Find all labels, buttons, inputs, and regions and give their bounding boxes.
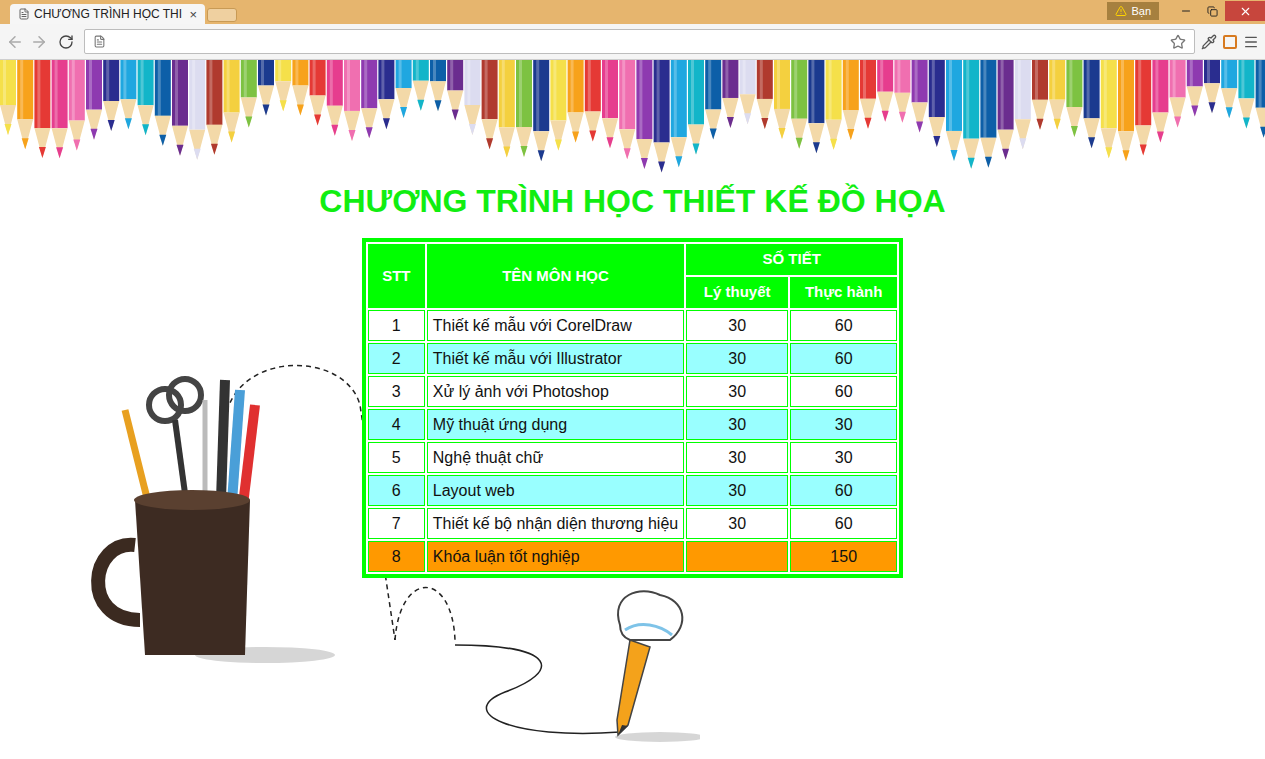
page: CHƯƠNG TRÌNH HỌC THIẾT KẾ ĐỒ HỌA STTTÊN M…: [0, 60, 1265, 759]
practice-cell: 60: [790, 508, 897, 539]
stt-cell: 2: [368, 343, 425, 374]
minimize-button[interactable]: [1173, 1, 1199, 21]
practice-cell: 30: [790, 409, 897, 440]
theory-cell: 30: [686, 475, 788, 506]
theory-cell: 30: [686, 343, 788, 374]
eyedropper-icon[interactable]: [1201, 34, 1217, 50]
practice-cell: 60: [790, 376, 897, 407]
column-header: SỐ TIẾT: [686, 244, 897, 275]
stt-cell: 7: [368, 508, 425, 539]
table-row: 3Xử lý ảnh với Photoshop3060: [368, 376, 897, 407]
column-header: Thực hành: [790, 277, 897, 308]
table-row: 2Thiết kế mẫu với Illustrator3060: [368, 343, 897, 374]
page-title: CHƯƠNG TRÌNH HỌC THIẾT KẾ ĐỒ HỌA: [319, 182, 945, 220]
practice-cell: 60: [790, 343, 897, 374]
stt-cell: 8: [368, 541, 425, 572]
practice-cell: 150: [790, 541, 897, 572]
star-icon[interactable]: [1170, 34, 1186, 50]
table-row: 7Thiết kế bộ nhận diện thương hiệu3060: [368, 508, 897, 539]
column-header: Lý thuyết: [686, 277, 788, 308]
course-table: STTTÊN MÔN HỌCSỐ TIẾTLý thuyếtThực hành1…: [362, 238, 903, 578]
back-icon[interactable]: [6, 33, 24, 51]
table-row: 6Layout web3060: [368, 475, 897, 506]
page-icon: [18, 8, 30, 20]
theory-cell: 30: [686, 310, 788, 341]
name-cell: Nghệ thuật chữ: [427, 442, 684, 473]
toolbar: [0, 24, 1265, 60]
practice-cell: 30: [790, 442, 897, 473]
name-cell: Khóa luận tốt nghiệp: [427, 541, 684, 572]
name-cell: Xử lý ảnh với Photoshop: [427, 376, 684, 407]
theory-cell: 30: [686, 376, 788, 407]
table-row: 4Mỹ thuật ứng dụng3030: [368, 409, 897, 440]
column-header: STT: [368, 244, 425, 308]
tab-title: CHƯƠNG TRÌNH HỌC THI: [34, 5, 185, 23]
name-cell: Mỹ thuật ứng dụng: [427, 409, 684, 440]
extension-icon[interactable]: [1223, 35, 1237, 49]
theory-cell: 30: [686, 442, 788, 473]
browser-window: CHƯƠNG TRÌNH HỌC THI×BạnCHƯƠNG TRÌNH HỌC…: [0, 0, 1265, 759]
profile-badge[interactable]: Bạn: [1107, 2, 1159, 20]
table-row: 8Khóa luận tốt nghiệp 150: [368, 541, 897, 572]
theory-cell: 30: [686, 508, 788, 539]
address-bar[interactable]: [84, 29, 1195, 54]
pen-cup-icon: [80, 370, 340, 670]
table-row: 1Thiết kế mẫu với CorelDraw3060: [368, 310, 897, 341]
practice-cell: 60: [790, 310, 897, 341]
tab-strip: CHƯƠNG TRÌNH HỌC THI × Bạn: [0, 0, 1265, 24]
warning-icon: [1115, 5, 1127, 17]
pencil-banner: [0, 60, 1265, 182]
practice-cell: 60: [790, 475, 897, 506]
name-cell: Thiết kế bộ nhận diện thương hiệu: [427, 508, 684, 539]
stt-cell: 5: [368, 442, 425, 473]
name-cell: Layout web: [427, 475, 684, 506]
menu-icon[interactable]: [1243, 34, 1259, 50]
forward-icon[interactable]: [30, 33, 48, 51]
reload-icon[interactable]: [58, 34, 74, 50]
browser-tab[interactable]: CHƯƠNG TRÌNH HỌC THI ×: [10, 4, 205, 24]
name-cell: Thiết kế mẫu với CorelDraw: [427, 310, 684, 341]
theory-cell: [686, 541, 788, 572]
page-icon: [93, 35, 106, 48]
stt-cell: 3: [368, 376, 425, 407]
stt-cell: 4: [368, 409, 425, 440]
name-cell: Thiết kế mẫu với Illustrator: [427, 343, 684, 374]
restore-button[interactable]: [1199, 1, 1225, 21]
close-button[interactable]: [1225, 1, 1265, 21]
tab-close-button[interactable]: ×: [189, 8, 197, 21]
stt-cell: 6: [368, 475, 425, 506]
new-tab-button[interactable]: [207, 8, 237, 22]
table-header-row: STTTÊN MÔN HỌCSỐ TIẾT: [368, 244, 897, 275]
theory-cell: 30: [686, 409, 788, 440]
table-row: 5Nghệ thuật chữ3030: [368, 442, 897, 473]
column-header: TÊN MÔN HỌC: [427, 244, 684, 308]
stt-cell: 1: [368, 310, 425, 341]
pencil-character-icon: [500, 585, 700, 745]
